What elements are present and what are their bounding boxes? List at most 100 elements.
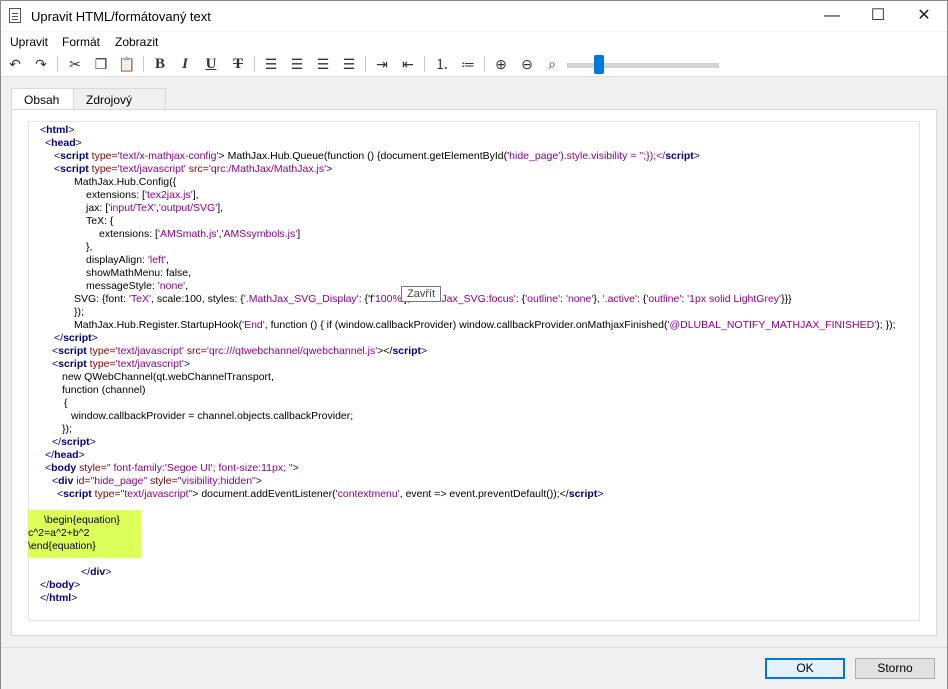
dialog-footer: OK Storno bbox=[1, 647, 947, 689]
code-string: 'none' bbox=[157, 280, 186, 292]
code-tag: div bbox=[58, 475, 74, 487]
code-attribute: type= bbox=[86, 345, 116, 357]
outdent-icon[interactable]: ⇤ bbox=[398, 54, 418, 74]
code-text: ); }); bbox=[876, 319, 896, 331]
code-string: '.active' bbox=[602, 293, 638, 305]
toolbar-separator bbox=[143, 56, 144, 72]
code-value: "hide_page" bbox=[90, 475, 148, 487]
code-attribute: type= bbox=[88, 163, 118, 175]
code-text: jax: [ bbox=[86, 202, 109, 214]
code-line: <script type='text/x-mathjax-config'> Ma… bbox=[54, 150, 700, 163]
code-value: 'contextmenu' bbox=[335, 488, 400, 500]
code-text: { bbox=[64, 397, 68, 409]
code-tag: html bbox=[46, 124, 69, 136]
code-text: }, bbox=[86, 241, 93, 253]
code-line: }); bbox=[74, 306, 84, 319]
code-line: function (channel) bbox=[62, 384, 145, 397]
code-value: " font-family:'Segoe UI'; font-size:11px… bbox=[106, 462, 293, 474]
indent-icon[interactable]: ⇥ bbox=[372, 54, 392, 74]
latex-line: c^2=a^2+b^2 bbox=[28, 527, 90, 539]
toolbar-separator bbox=[365, 56, 366, 72]
numbered-list-icon[interactable]: ⒈ bbox=[432, 54, 452, 74]
code-string: 'outline' bbox=[646, 293, 682, 305]
code-line: </html> bbox=[40, 592, 77, 605]
code-bracket: > bbox=[597, 488, 604, 500]
italic-icon[interactable]: I bbox=[175, 54, 195, 74]
code-text: , bbox=[165, 254, 169, 266]
code-line: </script> bbox=[54, 332, 98, 345]
code-bracket: > bbox=[421, 345, 428, 357]
code-text: extensions: [ bbox=[99, 228, 158, 240]
code-text: }); bbox=[74, 306, 84, 318]
menu-format[interactable]: Formát bbox=[62, 35, 100, 49]
zoom-slider[interactable] bbox=[567, 63, 719, 68]
code-bracket: > bbox=[68, 124, 75, 136]
strikethrough-icon[interactable]: T bbox=[228, 54, 248, 74]
bold-icon[interactable]: B bbox=[150, 54, 170, 74]
code-tag: script bbox=[63, 488, 92, 500]
align-center-icon[interactable]: ☰ bbox=[287, 54, 307, 74]
underline-icon[interactable]: U bbox=[201, 54, 221, 74]
code-tag: script bbox=[392, 345, 422, 357]
zoom-reset-icon[interactable]: ⌕ bbox=[542, 54, 562, 74]
align-justify-icon[interactable]: ☰ bbox=[339, 54, 359, 74]
code-bracket: > bbox=[292, 462, 299, 474]
code-tag: head bbox=[54, 449, 79, 461]
align-right-icon[interactable]: ☰ bbox=[313, 54, 333, 74]
dialog-window: Upravit HTML/formátovaný text — ☐ ✕ Upra… bbox=[0, 0, 948, 689]
paste-icon[interactable]: 📋 bbox=[117, 54, 137, 74]
code-value: "visibility:hidden" bbox=[177, 475, 256, 487]
code-string: '100%' bbox=[372, 293, 404, 305]
formatting-toolbar: ↶ ↷ ✂ ❐ 📋 B I U T ☰ ☰ ☰ ☰ ⇥ ⇤ ⒈ ≔ ⊕ ⊖ ⌕ bbox=[1, 52, 947, 77]
code-text: displayAlign: bbox=[86, 254, 148, 266]
toolbar-separator bbox=[57, 56, 58, 72]
menu-zobrazit[interactable]: Zobrazit bbox=[115, 35, 158, 49]
code-bracket: </ bbox=[52, 436, 62, 448]
code-text: > MathJax.Hub.Queue(function () {documen… bbox=[218, 150, 510, 162]
zoom-slider-thumb[interactable] bbox=[594, 55, 604, 74]
cancel-button[interactable]: Storno bbox=[855, 658, 935, 679]
tab-zdrojovy-kod[interactable]: Zdrojový kód bbox=[74, 88, 166, 129]
bullet-list-icon[interactable]: ≔ bbox=[458, 54, 478, 74]
tooltip: Zavřít bbox=[401, 286, 442, 302]
code-bracket: > bbox=[693, 150, 700, 162]
code-line: <script type='text/javascript' src='qrc:… bbox=[52, 345, 427, 358]
code-attribute: type= bbox=[86, 358, 116, 370]
code-tag: body bbox=[51, 462, 77, 474]
toolbar-separator bbox=[254, 56, 255, 72]
code-bracket: > bbox=[78, 449, 85, 461]
cut-icon[interactable]: ✂ bbox=[65, 54, 85, 74]
maximize-button[interactable]: ☐ bbox=[855, 1, 901, 31]
menu-upravit[interactable]: Upravit bbox=[10, 35, 48, 49]
code-string: '@DLUBAL_NOTIFY_MATHJAX_FINISHED' bbox=[667, 319, 877, 331]
code-tag: script bbox=[665, 150, 694, 162]
code-string: 'End' bbox=[242, 319, 265, 331]
code-value: 'text/x-mathjax-config' bbox=[117, 150, 219, 162]
code-string: 'left' bbox=[147, 254, 166, 266]
code-tag: html bbox=[49, 592, 72, 604]
toolbar-separator bbox=[424, 56, 425, 72]
minimize-button[interactable]: — bbox=[809, 1, 855, 31]
redo-icon[interactable]: ↷ bbox=[31, 54, 51, 74]
code-tag: script bbox=[60, 163, 89, 175]
tab-obsah[interactable]: Obsah bbox=[11, 88, 74, 110]
code-line: extensions: ['tex2jax.js'], bbox=[86, 189, 199, 202]
html-editor[interactable]: <html> <head> <script type='text/x-mathjax… bbox=[28, 121, 920, 621]
code-tag: script bbox=[58, 345, 87, 357]
code-value: 'qrc:/MathJax/MathJax.js' bbox=[208, 163, 327, 175]
code-line: </script> bbox=[52, 436, 96, 449]
zoom-out-icon[interactable]: ⊖ bbox=[517, 54, 537, 74]
code-line: }); bbox=[62, 423, 72, 436]
code-bracket: > bbox=[75, 137, 82, 149]
code-value: 'qrc:///qtwebchannel/qwebchannel.js' bbox=[206, 345, 378, 357]
align-left-icon[interactable]: ☰ bbox=[261, 54, 281, 74]
code-line: <div id="hide_page" style="visibility:hi… bbox=[52, 475, 262, 488]
copy-icon[interactable]: ❐ bbox=[91, 54, 111, 74]
code-text: }, bbox=[593, 293, 603, 305]
zoom-in-icon[interactable]: ⊕ bbox=[491, 54, 511, 74]
ok-button[interactable]: OK bbox=[765, 658, 845, 679]
code-line: TeX: { bbox=[86, 215, 113, 228]
close-button[interactable]: ✕ bbox=[901, 1, 947, 31]
code-line: { bbox=[64, 397, 68, 410]
undo-icon[interactable]: ↶ bbox=[5, 54, 25, 74]
